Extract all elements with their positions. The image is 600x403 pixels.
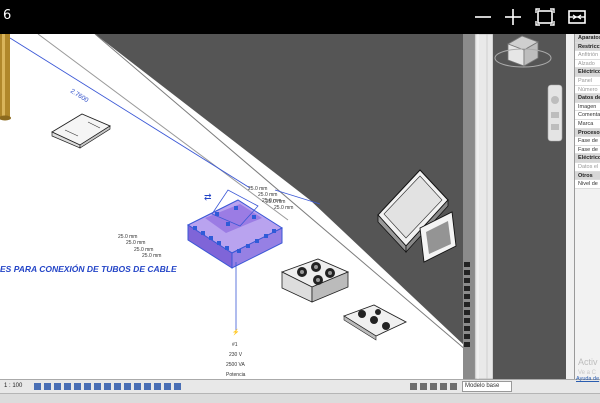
properties-panel: AparatosRestricciónAnfitriónAlzadoEléctr…	[574, 34, 600, 379]
property-row[interactable]: Nivel de	[575, 180, 600, 189]
top-bar: 6	[0, 0, 600, 34]
property-row[interactable]: Proceso p	[575, 128, 600, 138]
property-row[interactable]: Imagen	[575, 102, 600, 112]
window-number: 6	[3, 8, 12, 23]
column-markers	[464, 262, 470, 347]
flip-control-icon[interactable]: ⇄	[204, 192, 212, 202]
tag-line-2: 230 V	[229, 352, 243, 358]
property-row[interactable]: Fase de	[575, 145, 600, 155]
property-row[interactable]: Datos el	[575, 162, 600, 172]
tag-line-1: #1	[232, 342, 238, 348]
fullscreen-icon[interactable]	[534, 6, 556, 28]
bottom-scrollbar[interactable]	[0, 393, 600, 403]
property-row[interactable]: Aparatos	[575, 34, 600, 43]
property-row[interactable]: Eléctrico	[575, 68, 600, 77]
property-row[interactable]: Restricción	[575, 42, 600, 52]
view-tools[interactable]	[34, 382, 184, 392]
svg-text:25.0 mm: 25.0 mm	[142, 253, 161, 259]
property-row[interactable]: Fase de	[575, 137, 600, 146]
view-control-bar: 1 : 100 Modelo base	[0, 379, 600, 393]
restore-icon[interactable]	[566, 6, 588, 28]
svg-text:25.0 mm: 25.0 mm	[274, 205, 293, 211]
property-row[interactable]: Anfitrión	[575, 51, 600, 60]
svg-text:25.0 mm: 25.0 mm	[126, 240, 145, 246]
activation-title: Activ	[578, 357, 598, 367]
property-row[interactable]: Datos de	[575, 94, 600, 103]
property-row[interactable]: Alzado	[575, 59, 600, 69]
property-row[interactable]: Eléctrico	[575, 154, 600, 163]
property-row[interactable]: Número	[575, 85, 600, 95]
scale-label[interactable]: 1 : 100	[4, 383, 22, 389]
tag-line-4: Potencia	[226, 372, 246, 378]
properties-list: AparatosRestricciónAnfitriónAlzadoEléctr…	[575, 34, 600, 189]
status-tools[interactable]	[410, 382, 458, 392]
revit-window: 6 2.7600 ⚡ #1 230 V 2500 VA Potencia 25.…	[0, 0, 600, 403]
vertical-scrollbar[interactable]	[566, 34, 574, 379]
electrical-symbol: ⚡	[232, 328, 239, 336]
annotation-title: ES PARA CONEXIÓN DE TUBOS DE CABLE	[0, 263, 177, 274]
plus-icon[interactable]	[502, 6, 524, 28]
property-row[interactable]: Marca	[575, 119, 600, 129]
navigation-bar[interactable]	[547, 84, 563, 142]
property-row[interactable]: Panel	[575, 76, 600, 86]
help-link[interactable]: Ayuda de	[576, 376, 599, 382]
property-row[interactable]: Comentar	[575, 111, 600, 120]
minimize-icon[interactable]	[472, 6, 494, 28]
model-selector[interactable]: Modelo base	[462, 381, 512, 392]
model-viewport[interactable]: 2.7600 ⚡ #1 230 V 2500 VA Potencia 25.0 …	[0, 34, 575, 379]
tag-line-3: 2500 VA	[226, 362, 245, 368]
property-row[interactable]: Otros	[575, 171, 600, 181]
